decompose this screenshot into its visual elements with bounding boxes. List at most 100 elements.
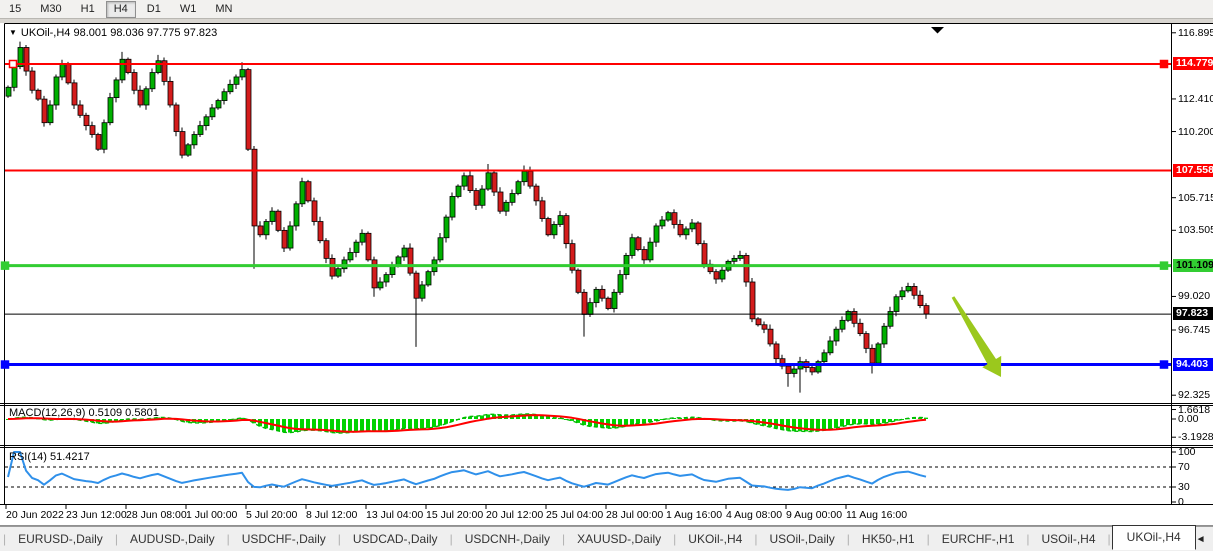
candle-down <box>642 250 647 260</box>
macd-hist-bar <box>288 419 292 433</box>
candle-down <box>132 73 137 91</box>
candle-up <box>846 311 851 320</box>
chart-title: ▼UKOil-,H4 98.001 98.036 97.775 97.823 <box>9 27 217 39</box>
chart-canvas[interactable] <box>0 0 1213 551</box>
macd-hist-bar <box>426 419 430 428</box>
tab-active-ukoil-h4[interactable]: UKOil-,H4 <box>1112 525 1196 550</box>
tab-eurchf-h1[interactable]: EURCHF-,H1 <box>931 529 1026 549</box>
rsi-panel <box>5 452 1171 490</box>
candle-up <box>450 196 455 217</box>
candle-up <box>228 84 233 91</box>
tab-usdcnh-daily[interactable]: USDCNH-,Daily <box>454 529 561 549</box>
candle-down <box>678 224 683 234</box>
candle-up <box>156 61 161 73</box>
hline-handle[interactable] <box>1161 262 1168 269</box>
hline-handle[interactable] <box>1161 361 1168 368</box>
candle-up <box>504 202 509 211</box>
candle-down <box>492 173 497 192</box>
candle-up <box>144 89 149 105</box>
candle-down <box>90 126 95 135</box>
tab-audusd-daily[interactable]: AUDUSD-,Daily <box>119 529 226 549</box>
candle-down <box>126 59 131 72</box>
macd-hist-bar <box>822 419 826 430</box>
hline-handle[interactable] <box>2 262 9 269</box>
candle-down <box>174 105 179 132</box>
candle-down <box>810 368 815 372</box>
candle-up <box>648 242 653 260</box>
candle-down <box>540 201 545 219</box>
candle-up <box>666 213 671 220</box>
candle-down <box>636 238 641 250</box>
price-tick-110.200: 110.200 <box>1178 126 1213 138</box>
candle-up <box>402 248 407 257</box>
chart-frame-lines <box>0 24 1213 526</box>
macd-hist-bar <box>870 419 874 424</box>
tab-scroll-left-icon[interactable]: ◄ <box>1196 534 1206 545</box>
candle-up <box>102 123 107 150</box>
hline-handle[interactable] <box>1161 61 1168 68</box>
rsi-indicator-label: RSI(14) 51.4217 <box>9 451 90 463</box>
macd-hist-bar <box>798 419 802 431</box>
candle-down <box>306 182 311 201</box>
candle-down <box>66 64 71 83</box>
candle-up <box>900 291 905 297</box>
macd-hist-bar <box>390 419 394 430</box>
time-label-8: 20 Jul 12:00 <box>486 509 543 521</box>
macd-hist-bar <box>294 419 298 432</box>
macd-hist-bar <box>840 419 844 427</box>
candle-up <box>558 216 563 225</box>
candle-down <box>744 255 749 282</box>
macd-hist-bar <box>282 419 286 432</box>
candle-up <box>6 87 11 96</box>
candle-down <box>858 323 863 333</box>
candle-up <box>378 282 383 288</box>
macd-hist-bar <box>924 418 928 419</box>
candle-up <box>618 275 623 293</box>
candle-down <box>84 115 89 125</box>
candle-down <box>72 83 77 105</box>
macd-hist-bar <box>414 419 418 429</box>
tab-xauusd-daily[interactable]: XAUUSD-,Daily <box>566 529 672 549</box>
tab-eurusd-daily[interactable]: EURUSD-,Daily <box>7 529 114 549</box>
candle-down <box>78 105 83 115</box>
candle-up <box>48 105 53 123</box>
macd-hist-bar <box>348 419 352 432</box>
candle-down <box>870 348 875 363</box>
candle-down <box>168 81 173 105</box>
chart-marker-icon: ▼ <box>9 28 17 37</box>
tab-ukoil-h4[interactable]: UKOil-,H4 <box>677 529 753 549</box>
candle-up <box>234 77 239 84</box>
candle-up <box>438 238 443 260</box>
price-tick-105.715: 105.715 <box>1178 192 1213 204</box>
price-tag-114.779: 114.779 <box>1173 57 1213 70</box>
hline-handle[interactable] <box>10 61 17 68</box>
candle-up <box>738 255 743 258</box>
candle-down <box>96 134 101 149</box>
candle-up <box>444 217 449 238</box>
hline-handle[interactable] <box>2 361 9 368</box>
macd-hist-bar <box>366 419 370 430</box>
time-label-0: 20 Jun 2022 <box>6 509 64 521</box>
macd-hist-bar <box>402 419 406 428</box>
tab-usdchf-daily[interactable]: USDCHF-,Daily <box>231 529 337 549</box>
tab-usoil-h4[interactable]: USOil-,H4 <box>1031 529 1107 549</box>
candle-up <box>222 92 227 101</box>
candle-down <box>762 325 767 329</box>
candles-layer[interactable] <box>6 42 929 393</box>
tab-usoil-daily[interactable]: USOil-,Daily <box>758 529 845 549</box>
macd-scale-0.00: 0.00 <box>1178 413 1198 425</box>
candle-down <box>276 211 281 230</box>
tab-hk50-h1[interactable]: HK50-,H1 <box>851 529 926 549</box>
price-tick-99.020: 99.020 <box>1178 290 1210 302</box>
candle-up <box>270 211 275 221</box>
candle-up <box>588 303 593 315</box>
tab-usdcad-daily[interactable]: USDCAD-,Daily <box>342 529 449 549</box>
time-label-11: 1 Aug 16:00 <box>666 509 722 521</box>
candle-down <box>180 132 185 156</box>
time-label-9: 25 Jul 04:00 <box>546 509 603 521</box>
macd-scale--3.1928: -3.1928 <box>1178 431 1213 443</box>
candle-up <box>876 344 881 363</box>
candle-down <box>600 289 605 298</box>
candle-down <box>474 191 479 206</box>
candle-down <box>258 226 263 235</box>
